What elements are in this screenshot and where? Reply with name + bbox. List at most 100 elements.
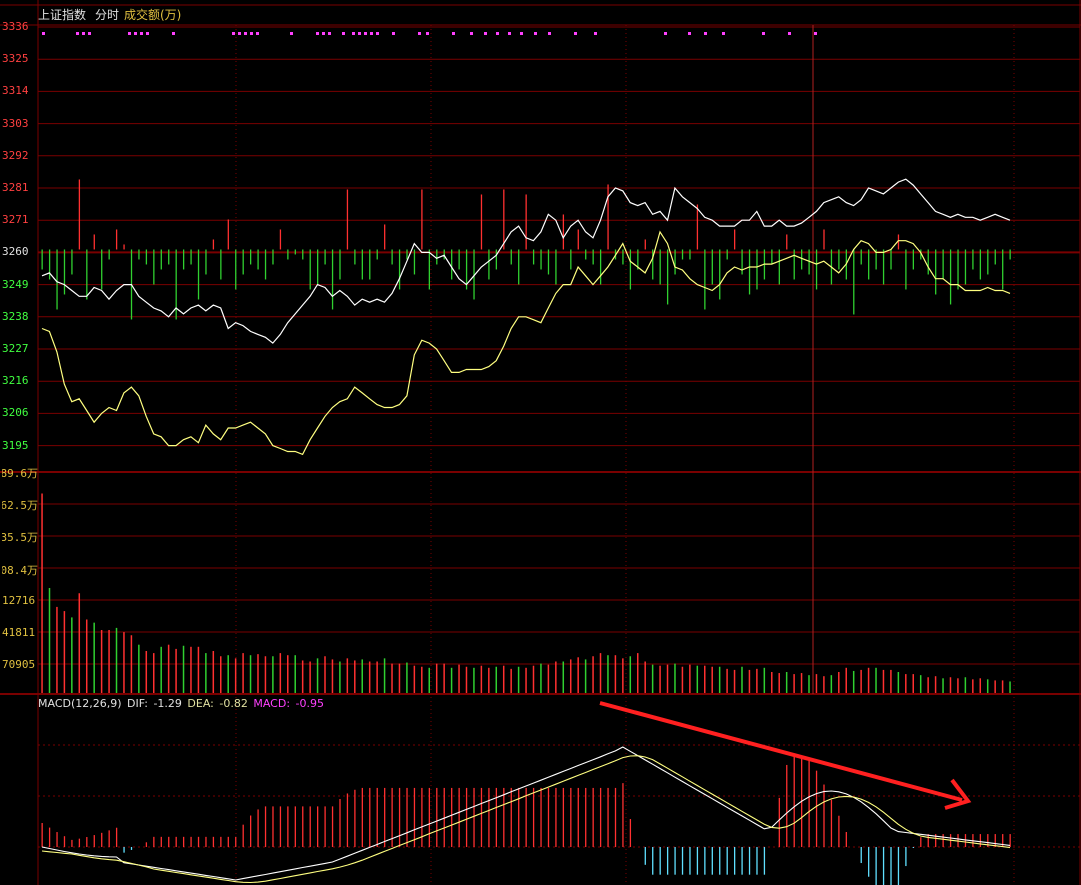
macd-bar <box>622 783 624 847</box>
macd-bar <box>264 806 267 847</box>
macd-bar <box>279 806 282 847</box>
volume-tick-label: 12716 <box>2 593 36 607</box>
volume-bar <box>532 665 535 693</box>
macd-bar <box>540 787 542 847</box>
volume-bar <box>756 668 758 693</box>
macd-bar <box>41 823 43 847</box>
tick-bar <box>376 249 378 260</box>
signal-dot <box>140 32 143 35</box>
tick-bar <box>249 249 252 265</box>
volume-bar <box>897 672 900 693</box>
tick-bar <box>577 229 579 250</box>
volume-bar <box>629 656 632 693</box>
signal-dot <box>88 32 91 35</box>
macd-bar <box>733 847 736 875</box>
volume-bar <box>227 655 229 693</box>
tick-bar <box>570 249 572 270</box>
macd-bar <box>726 847 728 875</box>
tick-bar <box>309 249 311 290</box>
volume-bar <box>450 667 453 693</box>
volume-tick-label: 08.4万 <box>2 563 38 577</box>
volume-bar <box>562 661 565 693</box>
tick-bar <box>659 249 661 285</box>
macd-bar <box>272 806 274 847</box>
tick-bar <box>503 189 505 250</box>
price-tick-label: 3281 <box>2 181 29 194</box>
volume-tick-label: 62.5万 <box>2 499 38 513</box>
tick-bar <box>540 249 542 270</box>
tick-bar <box>421 189 423 250</box>
signal-dot <box>392 32 395 35</box>
volume-bar <box>346 658 349 693</box>
macd-bar <box>361 787 363 847</box>
tick-bar <box>607 184 609 250</box>
volume-bar <box>674 663 676 693</box>
tick-bar <box>101 249 103 290</box>
volume-bar <box>540 663 542 693</box>
tick-bar <box>48 249 51 280</box>
price-tick-label: 3314 <box>2 84 29 98</box>
volume-bar <box>376 661 378 693</box>
volume-tick-label: 41811 <box>2 626 36 639</box>
signal-dot <box>814 32 817 35</box>
signal-dot <box>762 32 765 35</box>
tick-bar <box>629 249 632 290</box>
macd-bar <box>398 787 401 847</box>
tick-bar <box>748 249 751 295</box>
signal-dot <box>484 32 487 35</box>
volume-bar <box>458 664 460 693</box>
volume-bar <box>577 657 579 693</box>
signal-dot <box>534 32 537 35</box>
macd-legend: MACD(12,26,9) DIF: -1.29 DEA: -0.82 MACD… <box>38 697 326 710</box>
volume-bar <box>622 658 624 693</box>
macd-bar <box>220 836 222 847</box>
signal-dot <box>322 32 325 35</box>
macd-bar <box>421 787 423 847</box>
volume-bar <box>636 653 639 693</box>
macd-bar <box>190 836 192 847</box>
macd-bar <box>376 787 378 847</box>
tick-bar <box>272 249 274 265</box>
volume-bar <box>823 676 825 693</box>
tick-bar <box>428 249 430 290</box>
index-name[interactable]: 上证指数 <box>38 6 86 23</box>
volume-bar <box>569 659 572 693</box>
tick-bar <box>786 234 788 250</box>
macd-bar <box>287 806 289 847</box>
tick-bar <box>294 249 296 255</box>
macd-bar <box>689 847 691 875</box>
tick-bar <box>741 249 743 275</box>
volume-bar <box>361 659 363 693</box>
macd-bar <box>577 787 579 847</box>
tick-bar <box>868 249 870 280</box>
volume-bar <box>555 661 557 693</box>
tick-bar <box>71 249 73 275</box>
macd-bar <box>868 847 870 877</box>
volume-bars <box>41 493 1011 693</box>
volume-bar <box>257 654 259 693</box>
macd-bar <box>815 770 818 847</box>
volume-bar <box>934 676 937 693</box>
tick-bar <box>1002 249 1004 290</box>
macd-bar <box>503 787 505 847</box>
macd-bar <box>674 847 676 875</box>
volume-bar <box>1001 680 1004 693</box>
mode-tab[interactable]: 分时 <box>95 6 119 23</box>
tick-bar <box>220 249 222 280</box>
dif-label: DIF: <box>127 697 148 710</box>
signal-dot <box>722 32 725 35</box>
macd-bar <box>614 787 617 847</box>
macd-bar <box>912 847 914 849</box>
tick-bar <box>696 204 699 250</box>
volume-bar <box>547 664 550 693</box>
tick-bar <box>331 249 334 310</box>
signal-dot <box>594 32 597 35</box>
macd-bar <box>235 836 237 847</box>
signal-dot <box>42 32 45 35</box>
tick-bar <box>279 229 282 250</box>
volume-bar <box>63 611 66 693</box>
tick-bar <box>860 249 862 265</box>
price-tick-label: 3303 <box>2 116 29 130</box>
volume-bar <box>972 679 974 693</box>
macd-bar <box>838 815 840 847</box>
